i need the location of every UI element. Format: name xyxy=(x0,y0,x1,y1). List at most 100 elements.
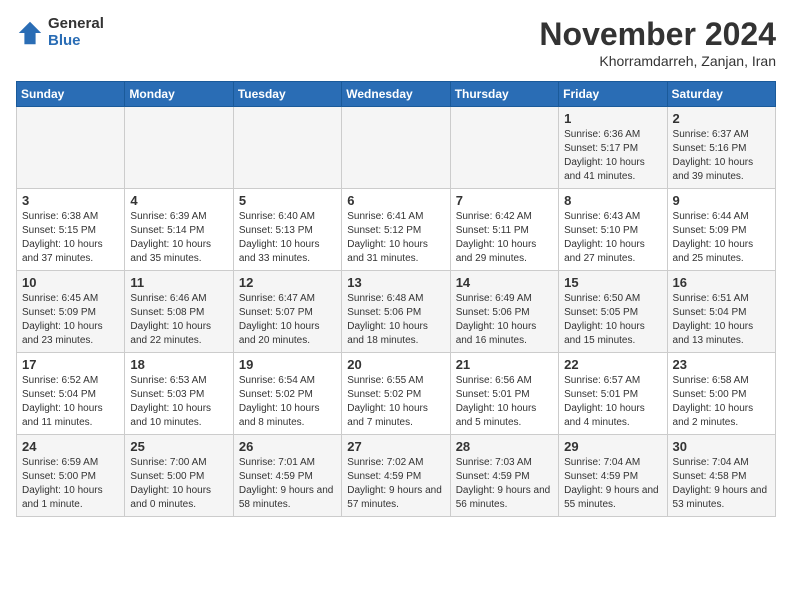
day-info: Sunrise: 6:36 AM Sunset: 5:17 PM Dayligh… xyxy=(564,128,661,184)
day-info: Sunrise: 6:43 AM Sunset: 5:10 PM Dayligh… xyxy=(564,210,661,266)
calendar-week-4: 17 Sunrise: 6:52 AM Sunset: 5:04 PM Dayli… xyxy=(17,353,776,435)
day-info: Sunrise: 7:02 AM Sunset: 4:59 PM Dayligh… xyxy=(347,456,444,512)
day-number: 16 xyxy=(673,275,770,290)
day-info: Sunrise: 6:55 AM Sunset: 5:02 PM Dayligh… xyxy=(347,374,444,430)
calendar-cell: 3 Sunrise: 6:38 AM Sunset: 5:15 PM Daylig… xyxy=(17,189,125,271)
calendar-header: Sunday Monday Tuesday Wednesday Thursday… xyxy=(17,82,776,107)
day-info: Sunrise: 6:53 AM Sunset: 5:03 PM Dayligh… xyxy=(130,374,227,430)
calendar-cell: 7 Sunrise: 6:42 AM Sunset: 5:11 PM Daylig… xyxy=(450,189,558,271)
calendar-cell: 23 Sunrise: 6:58 AM Sunset: 5:00 PM Dayli… xyxy=(667,353,775,435)
header-saturday: Saturday xyxy=(667,82,775,107)
day-info: Sunrise: 7:04 AM Sunset: 4:58 PM Dayligh… xyxy=(673,456,770,512)
calendar-cell: 25Sunrise: 7:00 AM Sunset: 5:00 PM Dayli… xyxy=(125,435,233,517)
logo-general: General xyxy=(48,16,104,33)
calendar-cell xyxy=(342,107,450,189)
header-wednesday: Wednesday xyxy=(342,82,450,107)
calendar-cell: 5Sunrise: 6:40 AM Sunset: 5:13 PM Daylig… xyxy=(233,189,341,271)
calendar-cell xyxy=(450,107,558,189)
day-number: 18 xyxy=(130,357,227,372)
day-number: 14 xyxy=(456,275,553,290)
logo-icon xyxy=(16,19,44,47)
day-info: Sunrise: 7:04 AM Sunset: 4:59 PM Dayligh… xyxy=(564,456,661,512)
day-number: 24 xyxy=(22,439,119,454)
header-thursday: Thursday xyxy=(450,82,558,107)
calendar-cell: 21 Sunrise: 6:56 AM Sunset: 5:01 PM Dayli… xyxy=(450,353,558,435)
calendar-cell: 29 Sunrise: 7:04 AM Sunset: 4:59 PM Dayli… xyxy=(559,435,667,517)
day-info: Sunrise: 6:56 AM Sunset: 5:01 PM Dayligh… xyxy=(456,374,553,430)
calendar-cell: 8Sunrise: 6:43 AM Sunset: 5:10 PM Daylig… xyxy=(559,189,667,271)
calendar-week-2: 3 Sunrise: 6:38 AM Sunset: 5:15 PM Daylig… xyxy=(17,189,776,271)
day-number: 23 xyxy=(673,357,770,372)
calendar-cell: 13 Sunrise: 6:48 AM Sunset: 5:06 PM Dayli… xyxy=(342,271,450,353)
day-number: 22 xyxy=(564,357,661,372)
calendar-cell xyxy=(17,107,125,189)
day-number: 27 xyxy=(347,439,444,454)
calendar-cell: 14Sunrise: 6:49 AM Sunset: 5:06 PM Dayli… xyxy=(450,271,558,353)
calendar-cell: 11 Sunrise: 6:46 AM Sunset: 5:08 PM Dayli… xyxy=(125,271,233,353)
day-number: 9 xyxy=(673,193,770,208)
calendar-cell: 24 Sunrise: 6:59 AM Sunset: 5:00 PM Dayli… xyxy=(17,435,125,517)
day-number: 2 xyxy=(673,111,770,126)
day-number: 20 xyxy=(347,357,444,372)
calendar-table: Sunday Monday Tuesday Wednesday Thursday… xyxy=(16,81,776,517)
calendar-cell: 1 Sunrise: 6:36 AM Sunset: 5:17 PM Daylig… xyxy=(559,107,667,189)
calendar-week-3: 10 Sunrise: 6:45 AM Sunset: 5:09 PM Dayli… xyxy=(17,271,776,353)
subtitle: Khorramdarreh, Zanjan, Iran xyxy=(539,53,776,69)
calendar-cell: 19Sunrise: 6:54 AM Sunset: 5:02 PM Dayli… xyxy=(233,353,341,435)
calendar-cell: 18 Sunrise: 6:53 AM Sunset: 5:03 PM Dayli… xyxy=(125,353,233,435)
day-number: 1 xyxy=(564,111,661,126)
header-monday: Monday xyxy=(125,82,233,107)
day-number: 30 xyxy=(673,439,770,454)
day-info: Sunrise: 6:37 AM Sunset: 5:16 PM Dayligh… xyxy=(673,128,770,184)
day-info: Sunrise: 6:51 AM Sunset: 5:04 PM Dayligh… xyxy=(673,292,770,348)
day-info: Sunrise: 6:41 AM Sunset: 5:12 PM Dayligh… xyxy=(347,210,444,266)
day-number: 13 xyxy=(347,275,444,290)
day-info: Sunrise: 6:50 AM Sunset: 5:05 PM Dayligh… xyxy=(564,292,661,348)
day-number: 28 xyxy=(456,439,553,454)
logo-text: General Blue xyxy=(48,16,104,49)
day-info: Sunrise: 6:52 AM Sunset: 5:04 PM Dayligh… xyxy=(22,374,119,430)
header-tuesday: Tuesday xyxy=(233,82,341,107)
header-friday: Friday xyxy=(559,82,667,107)
day-number: 11 xyxy=(130,275,227,290)
logo: General Blue xyxy=(16,16,104,49)
calendar-week-1: 1 Sunrise: 6:36 AM Sunset: 5:17 PM Daylig… xyxy=(17,107,776,189)
header-sunday: Sunday xyxy=(17,82,125,107)
day-number: 7 xyxy=(456,193,553,208)
day-number: 17 xyxy=(22,357,119,372)
day-info: Sunrise: 7:00 AM Sunset: 5:00 PM Dayligh… xyxy=(130,456,227,512)
day-number: 26 xyxy=(239,439,336,454)
day-info: Sunrise: 6:48 AM Sunset: 5:06 PM Dayligh… xyxy=(347,292,444,348)
day-number: 5 xyxy=(239,193,336,208)
calendar-cell: 6 Sunrise: 6:41 AM Sunset: 5:12 PM Daylig… xyxy=(342,189,450,271)
calendar-cell: 26Sunrise: 7:01 AM Sunset: 4:59 PM Dayli… xyxy=(233,435,341,517)
header-row: Sunday Monday Tuesday Wednesday Thursday… xyxy=(17,82,776,107)
calendar-cell: 28 Sunrise: 7:03 AM Sunset: 4:59 PM Dayli… xyxy=(450,435,558,517)
day-number: 21 xyxy=(456,357,553,372)
day-number: 3 xyxy=(22,193,119,208)
calendar-cell: 9Sunrise: 6:44 AM Sunset: 5:09 PM Daylig… xyxy=(667,189,775,271)
day-number: 6 xyxy=(347,193,444,208)
calendar-cell: 4 Sunrise: 6:39 AM Sunset: 5:14 PM Daylig… xyxy=(125,189,233,271)
day-number: 4 xyxy=(130,193,227,208)
calendar-cell: 12Sunrise: 6:47 AM Sunset: 5:07 PM Dayli… xyxy=(233,271,341,353)
calendar-cell: 15Sunrise: 6:50 AM Sunset: 5:05 PM Dayli… xyxy=(559,271,667,353)
day-info: Sunrise: 6:59 AM Sunset: 5:00 PM Dayligh… xyxy=(22,456,119,512)
day-info: Sunrise: 7:03 AM Sunset: 4:59 PM Dayligh… xyxy=(456,456,553,512)
calendar-cell: 27 Sunrise: 7:02 AM Sunset: 4:59 PM Dayli… xyxy=(342,435,450,517)
day-info: Sunrise: 6:45 AM Sunset: 5:09 PM Dayligh… xyxy=(22,292,119,348)
day-info: Sunrise: 6:46 AM Sunset: 5:08 PM Dayligh… xyxy=(130,292,227,348)
title-block: November 2024 Khorramdarreh, Zanjan, Ira… xyxy=(539,16,776,69)
day-info: Sunrise: 6:42 AM Sunset: 5:11 PM Dayligh… xyxy=(456,210,553,266)
calendar-week-5: 24 Sunrise: 6:59 AM Sunset: 5:00 PM Dayli… xyxy=(17,435,776,517)
day-info: Sunrise: 6:39 AM Sunset: 5:14 PM Dayligh… xyxy=(130,210,227,266)
day-info: Sunrise: 6:58 AM Sunset: 5:00 PM Dayligh… xyxy=(673,374,770,430)
day-info: Sunrise: 6:57 AM Sunset: 5:01 PM Dayligh… xyxy=(564,374,661,430)
day-number: 10 xyxy=(22,275,119,290)
calendar-cell xyxy=(233,107,341,189)
day-number: 12 xyxy=(239,275,336,290)
day-info: Sunrise: 6:38 AM Sunset: 5:15 PM Dayligh… xyxy=(22,210,119,266)
day-number: 29 xyxy=(564,439,661,454)
main-title: November 2024 xyxy=(539,16,776,53)
calendar-cell: 17 Sunrise: 6:52 AM Sunset: 5:04 PM Dayli… xyxy=(17,353,125,435)
